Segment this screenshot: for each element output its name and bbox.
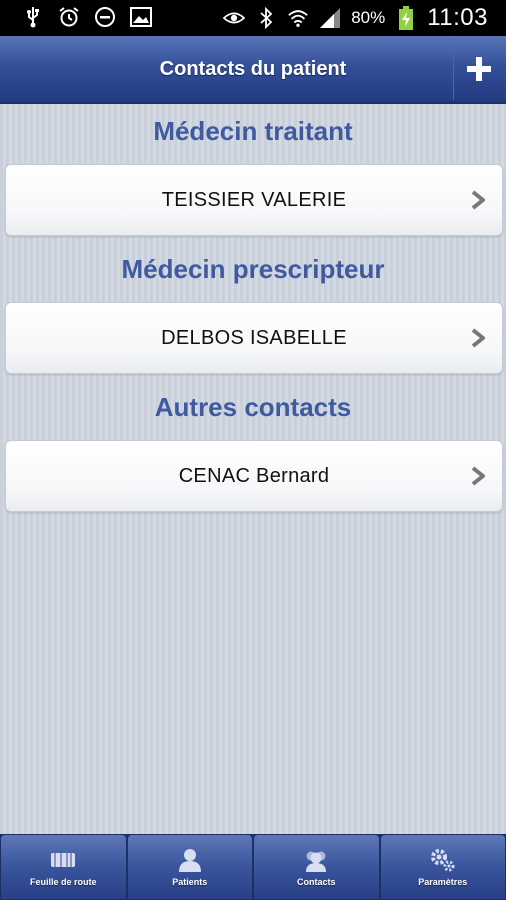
add-contact-button[interactable] (453, 38, 504, 100)
usb-icon (22, 6, 44, 28)
tab-parametres[interactable]: Paramètres (380, 835, 505, 899)
plus-icon (467, 57, 491, 81)
contact-card-medecin-prescripteur[interactable]: DELBOS ISABELLE (5, 302, 503, 374)
contact-name: TEISSIER VALERIE (161, 188, 347, 211)
tab-feuille-de-route[interactable]: Feuille de route (1, 835, 126, 899)
status-bar-system: 80% 11:03 (223, 4, 488, 32)
page-title: Contacts du patient (159, 57, 347, 80)
battery-percent: 80% (351, 8, 386, 27)
eye-icon (223, 7, 246, 29)
tab-patients[interactable]: Patients (127, 835, 252, 899)
patient-icon (178, 849, 201, 872)
contacts-icon (306, 851, 327, 872)
tab-label: Contacts (296, 877, 336, 887)
tab-label: Paramètres (418, 877, 468, 887)
settings-gear-icon (430, 849, 455, 872)
contact-name: CENAC Bernard (178, 464, 330, 487)
contact-card-medecin-traitant[interactable]: TEISSIER VALERIE (5, 164, 503, 236)
contact-name: DELBOS ISABELLE (161, 326, 347, 349)
alarm-icon (58, 6, 80, 28)
image-icon (130, 6, 152, 28)
chevron-right-icon (471, 466, 485, 486)
section-title-autres-contacts: Autres contacts (154, 392, 352, 422)
do-not-disturb-icon (94, 6, 116, 28)
tab-label: Patients (172, 877, 208, 887)
wifi-icon (287, 7, 309, 29)
section-title-medecin-traitant: Médecin traitant (153, 116, 353, 146)
tab-label: Feuille de route (29, 877, 97, 887)
action-bar: Contacts du patient (0, 36, 506, 104)
contact-card-autres-contacts[interactable]: CENAC Bernard (5, 440, 503, 512)
section-title-medecin-prescripteur: Médecin prescripteur (121, 254, 385, 284)
status-bar: 80% 11:03 (0, 0, 506, 36)
clock: 11:03 (427, 4, 488, 31)
status-bar-notifications (22, 6, 152, 28)
battery-icon (395, 6, 417, 30)
signal-icon (319, 7, 341, 29)
bluetooth-icon (255, 7, 277, 29)
chevron-right-icon (471, 190, 485, 210)
chevron-right-icon (471, 328, 485, 348)
route-sheet-icon (51, 853, 76, 867)
tab-contacts[interactable]: Contacts (254, 835, 379, 899)
bottom-tab-bar: Feuille de route Patients Contacts Param… (0, 834, 506, 900)
